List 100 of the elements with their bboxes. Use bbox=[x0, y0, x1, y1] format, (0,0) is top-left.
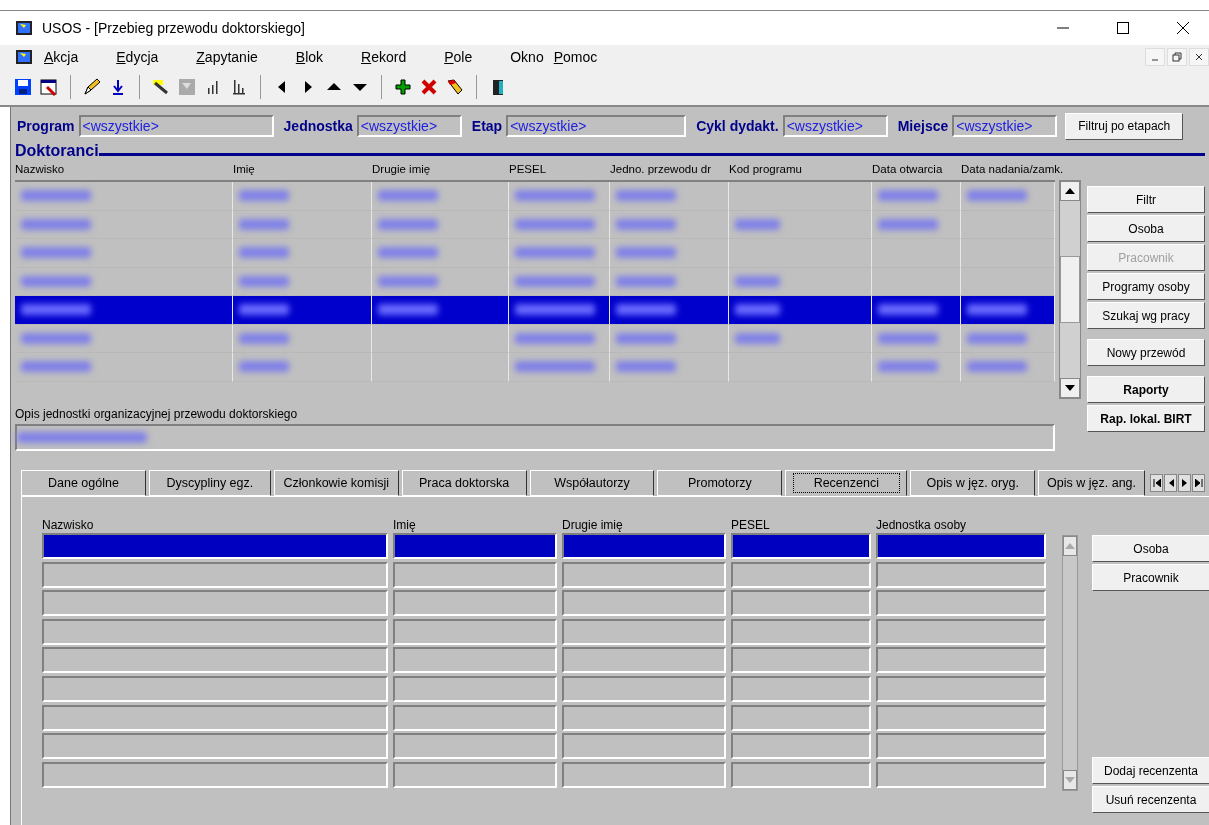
table-cell[interactable] bbox=[562, 675, 726, 702]
table-cell[interactable] bbox=[562, 733, 726, 760]
table-cell[interactable] bbox=[876, 675, 1046, 702]
filter-button[interactable]: Filtruj po etapach bbox=[1065, 112, 1184, 140]
description-field[interactable] bbox=[15, 424, 1055, 451]
column-header: PESEL bbox=[731, 518, 771, 533]
tab[interactable]: Promotorzy bbox=[657, 470, 783, 496]
table-cell[interactable] bbox=[731, 704, 871, 731]
table-cell[interactable] bbox=[393, 533, 557, 559]
filter-field[interactable]: <wszystkie> bbox=[78, 115, 274, 137]
blurred-text bbox=[21, 275, 91, 287]
filter-field[interactable]: <wszystkie> bbox=[506, 115, 687, 137]
table-cell[interactable] bbox=[876, 761, 1046, 788]
tab[interactable]: Dyscypliny egz. bbox=[148, 470, 271, 496]
table-cell[interactable] bbox=[731, 533, 871, 559]
action-button[interactable]: Szukaj wg pracy bbox=[1087, 302, 1205, 329]
menu-item[interactable]: Rekord bbox=[361, 49, 407, 65]
table-cell[interactable] bbox=[393, 590, 557, 617]
menu-item[interactable]: Akcja bbox=[44, 49, 79, 65]
table-cell[interactable] bbox=[876, 704, 1046, 731]
menu-item[interactable]: Pole bbox=[444, 49, 473, 65]
table-cell[interactable] bbox=[731, 761, 871, 788]
menu-item[interactable]: Edycja bbox=[116, 49, 159, 65]
table-cell[interactable] bbox=[562, 533, 726, 559]
close-button[interactable] bbox=[1189, 48, 1209, 66]
tab[interactable]: Opis w jęz. ang. bbox=[1038, 470, 1146, 496]
action-button[interactable]: Raporty bbox=[1087, 376, 1205, 403]
table-cell[interactable] bbox=[731, 561, 871, 588]
previous-tab-button[interactable] bbox=[1164, 474, 1178, 492]
table-cell[interactable] bbox=[42, 675, 388, 702]
table-cell[interactable] bbox=[42, 761, 388, 788]
table-cell[interactable] bbox=[731, 647, 871, 674]
minimize-button[interactable] bbox=[1145, 48, 1165, 66]
scrollbar[interactable] bbox=[1062, 535, 1078, 791]
action-button[interactable]: Osoba bbox=[1092, 535, 1209, 562]
action-button[interactable]: Usuń recenzenta bbox=[1092, 786, 1209, 813]
tab[interactable]: Recenzenci bbox=[785, 470, 908, 496]
first-tab-button[interactable] bbox=[1150, 474, 1164, 492]
table-cell[interactable] bbox=[562, 647, 726, 674]
blurred-text bbox=[878, 218, 938, 230]
blurred-text bbox=[378, 247, 438, 259]
tab[interactable]: Członkowie komisji bbox=[273, 470, 399, 496]
filter-field[interactable]: <wszystkie> bbox=[782, 115, 888, 137]
table-cell[interactable] bbox=[562, 561, 726, 588]
table-cell[interactable] bbox=[42, 647, 388, 674]
action-button[interactable]: Dodaj recenzenta bbox=[1092, 757, 1209, 784]
table-cell[interactable] bbox=[562, 618, 726, 645]
tab[interactable]: Dane ogólne bbox=[21, 470, 146, 496]
restore-button[interactable] bbox=[1167, 48, 1187, 66]
table-cell[interactable] bbox=[731, 618, 871, 645]
blurred-text bbox=[967, 332, 1027, 344]
action-button[interactable]: Osoba bbox=[1087, 215, 1205, 242]
table-cell[interactable] bbox=[42, 533, 388, 559]
next-tab-button[interactable] bbox=[1178, 474, 1192, 492]
table-cell[interactable] bbox=[731, 733, 871, 760]
table-cell[interactable] bbox=[876, 618, 1046, 645]
filter-field[interactable]: <wszystkie> bbox=[952, 115, 1058, 137]
plus-icon bbox=[393, 77, 413, 97]
table-cell[interactable] bbox=[562, 590, 726, 617]
table-cell[interactable] bbox=[731, 675, 871, 702]
blurred-text bbox=[21, 218, 91, 230]
table-cell[interactable] bbox=[393, 733, 557, 760]
menu-item[interactable]: Pomoc bbox=[553, 49, 598, 65]
table-cell[interactable] bbox=[393, 761, 557, 788]
table-cell[interactable] bbox=[876, 590, 1046, 617]
filter-field[interactable]: <wszystkie> bbox=[356, 115, 462, 137]
action-button[interactable]: Programy osoby bbox=[1087, 273, 1205, 300]
table-cell[interactable] bbox=[42, 618, 388, 645]
table-cell[interactable] bbox=[876, 533, 1046, 559]
scrollbar[interactable] bbox=[1059, 180, 1081, 399]
action-button[interactable]: Rap. lokal. BIRT bbox=[1087, 405, 1205, 432]
table-cell[interactable] bbox=[42, 704, 388, 731]
table-cell[interactable] bbox=[42, 561, 388, 588]
action-button[interactable]: Filtr bbox=[1087, 186, 1205, 213]
table-cell[interactable] bbox=[393, 618, 557, 645]
table-cell[interactable] bbox=[731, 590, 871, 617]
table-cell[interactable] bbox=[562, 704, 726, 731]
menu-item[interactable]: Zapytanie bbox=[196, 49, 258, 65]
table-cell[interactable] bbox=[393, 647, 557, 674]
menu-item[interactable]: Blok bbox=[295, 49, 324, 65]
action-button[interactable]: Nowy przewód bbox=[1087, 339, 1205, 366]
menu-item[interactable]: Okno bbox=[510, 49, 544, 65]
table-cell[interactable] bbox=[876, 733, 1046, 760]
table-cell[interactable] bbox=[42, 733, 388, 760]
table-row[interactable] bbox=[15, 296, 1055, 325]
filter-label: Cykl dydakt. bbox=[696, 118, 779, 134]
action-button[interactable]: Pracownik bbox=[1092, 564, 1209, 591]
tab[interactable]: Praca doktorska bbox=[401, 470, 527, 496]
tab[interactable]: Współautorzy bbox=[529, 470, 655, 496]
blurred-text bbox=[239, 361, 289, 373]
table-cell[interactable] bbox=[393, 561, 557, 588]
table-cell[interactable] bbox=[393, 675, 557, 702]
table-cell[interactable] bbox=[393, 704, 557, 731]
right-arrow-icon bbox=[1181, 479, 1188, 487]
table-cell[interactable] bbox=[562, 761, 726, 788]
table-cell[interactable] bbox=[876, 647, 1046, 674]
table-cell[interactable] bbox=[42, 590, 388, 617]
tab[interactable]: Opis w jęz. oryg. bbox=[910, 470, 1036, 496]
last-tab-button[interactable] bbox=[1192, 474, 1206, 492]
table-cell[interactable] bbox=[876, 561, 1046, 588]
